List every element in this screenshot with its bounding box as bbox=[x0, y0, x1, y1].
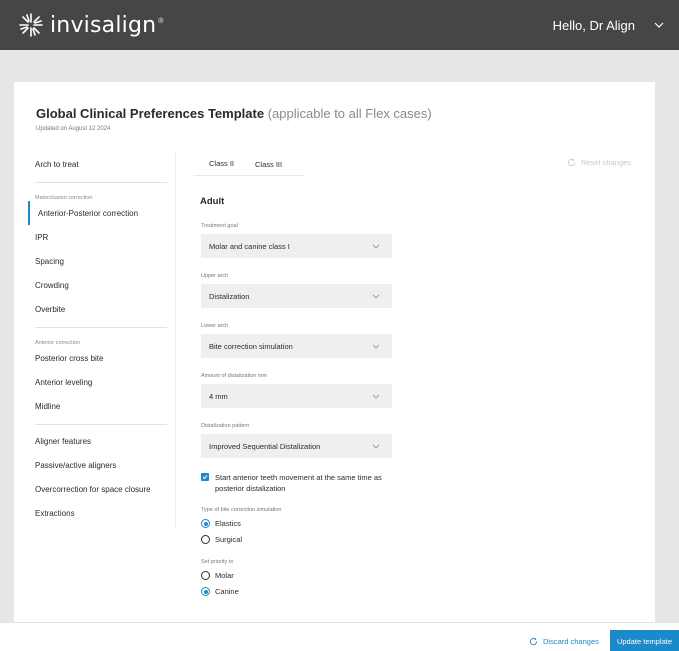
starburst-logo-icon bbox=[19, 13, 43, 37]
distalization-pattern-label: Distalization pattern bbox=[201, 423, 250, 429]
sidebar-category-anterior: Anterior correction bbox=[35, 340, 80, 346]
bite-type-label: Type of bite correction simulation bbox=[201, 507, 282, 513]
radio-label-surgical: Surgical bbox=[215, 535, 243, 544]
sidebar-item-overbite[interactable]: Overbite bbox=[28, 297, 168, 321]
registered-mark: ® bbox=[158, 17, 164, 25]
tab-class-ii[interactable]: Class II bbox=[194, 152, 241, 176]
distalization-amount-value: 4 mm bbox=[209, 391, 228, 401]
reset-changes-button[interactable]: Reset changes bbox=[567, 158, 631, 167]
user-menu[interactable]: Hello, Dr Align bbox=[553, 0, 665, 50]
anterior-movement-checkbox-label: Start anterior teeth movement at the sam… bbox=[215, 473, 382, 493]
page-title-suffix: (applicable to all Flex cases) bbox=[267, 106, 432, 121]
upper-arch-label: Upper arch bbox=[201, 273, 229, 279]
distalization-amount-select[interactable]: 4 mm bbox=[201, 384, 392, 408]
radio-surgical[interactable]: Surgical bbox=[201, 535, 242, 544]
sidebar-divider bbox=[35, 424, 167, 425]
chevron-down-icon bbox=[654, 22, 664, 28]
sidebar-category-malocclusion: Malocclusion correction bbox=[35, 195, 93, 201]
upper-arch-value: Distalization bbox=[209, 291, 250, 301]
update-template-button[interactable]: Update template bbox=[610, 630, 679, 651]
upper-arch-select[interactable]: Distalization bbox=[201, 284, 392, 308]
treatment-goal-label: Treatment goal bbox=[201, 223, 238, 229]
sidebar-item-passive-active-aligners[interactable]: Passive/active aligners bbox=[28, 453, 168, 477]
class-tabs: Class II Class III bbox=[194, 152, 288, 176]
treatment-goal-value: Molar and canine class I bbox=[209, 241, 290, 251]
top-header: invisalign ® Hello, Dr Align bbox=[0, 0, 679, 50]
radio-label-canine: Canine bbox=[215, 587, 239, 596]
page-title-main: Global Clinical Preferences Template bbox=[36, 106, 265, 121]
tab-class-iii[interactable]: Class III bbox=[240, 152, 288, 176]
invisalign-logo[interactable]: invisalign ® bbox=[18, 12, 163, 38]
sidebar-item-anterior-posterior[interactable]: Anterior-Posterior correction bbox=[28, 201, 168, 225]
lower-arch-label: Lower arch bbox=[201, 323, 229, 329]
distalization-pattern-value: Improved Sequential Distalization bbox=[209, 441, 321, 451]
radio-button-canine[interactable] bbox=[201, 587, 210, 596]
radio-elastics[interactable]: Elastics bbox=[201, 519, 241, 528]
sidebar-divider bbox=[35, 327, 167, 328]
preferences-card: Global Clinical Preferences Template (ap… bbox=[14, 82, 655, 627]
sidebar-divider bbox=[35, 182, 167, 183]
radio-canine[interactable]: Canine bbox=[201, 587, 239, 596]
vertical-divider bbox=[175, 152, 176, 527]
updated-date: Updated on August 12 2024 bbox=[36, 126, 111, 132]
anterior-movement-checkbox[interactable] bbox=[201, 473, 209, 481]
chevron-down-icon bbox=[372, 394, 380, 399]
distalization-pattern-select[interactable]: Improved Sequential Distalization bbox=[201, 434, 392, 458]
discard-changes-button[interactable]: Discard changes bbox=[529, 637, 599, 646]
chevron-down-icon bbox=[372, 344, 380, 349]
radio-molar[interactable]: Molar bbox=[201, 571, 234, 580]
sidebar-item-crowding[interactable]: Crowding bbox=[28, 273, 168, 297]
sidebar-nav: Arch to treat Malocclusion correction An… bbox=[28, 152, 168, 525]
sidebar-item-midline[interactable]: Midline bbox=[28, 394, 168, 418]
logo-text: invisalign bbox=[50, 12, 157, 38]
chevron-down-icon bbox=[372, 294, 380, 299]
radio-label-molar: Molar bbox=[215, 571, 234, 580]
page-title: Global Clinical Preferences Template (ap… bbox=[36, 106, 432, 121]
sidebar-item-aligner-features[interactable]: Aligner features bbox=[28, 429, 168, 453]
refresh-icon bbox=[567, 158, 576, 167]
reset-changes-label: Reset changes bbox=[581, 158, 632, 167]
refresh-icon bbox=[529, 637, 538, 646]
lower-arch-select[interactable]: Bite correction simulation bbox=[201, 334, 392, 358]
discard-changes-label: Discard changes bbox=[543, 637, 599, 646]
footer-bar: Discard changes Update template bbox=[0, 622, 679, 651]
section-title-adult: Adult bbox=[200, 196, 225, 207]
anterior-movement-checkbox-row[interactable]: Start anterior teeth movement at the sam… bbox=[201, 472, 395, 494]
sidebar-item-anterior-leveling[interactable]: Anterior leveling bbox=[28, 370, 168, 394]
radio-label-elastics: Elastics bbox=[215, 519, 241, 528]
sidebar-item-ipr[interactable]: IPR bbox=[28, 225, 168, 249]
radio-button-surgical[interactable] bbox=[201, 535, 210, 544]
tabs-underline bbox=[194, 175, 304, 176]
sidebar-item-arch-to-treat[interactable]: Arch to treat bbox=[28, 152, 168, 176]
sidebar-item-overcorrection[interactable]: Overcorrection for space closure bbox=[28, 477, 168, 501]
chevron-down-icon bbox=[372, 444, 380, 449]
chevron-down-icon bbox=[372, 244, 380, 249]
user-greeting: Hello, Dr Align bbox=[552, 17, 635, 33]
radio-button-elastics[interactable] bbox=[201, 519, 210, 528]
priority-label: Set priority to bbox=[201, 559, 234, 565]
treatment-goal-select[interactable]: Molar and canine class I bbox=[201, 234, 392, 258]
sidebar-item-extractions[interactable]: Extractions bbox=[28, 501, 168, 525]
lower-arch-value: Bite correction simulation bbox=[209, 341, 293, 351]
checkmark-icon bbox=[202, 475, 208, 480]
radio-button-molar[interactable] bbox=[201, 571, 210, 580]
sidebar-item-posterior-cross-bite[interactable]: Posterior cross bite bbox=[28, 346, 168, 370]
distalization-amount-label: Amount of distalization mm bbox=[201, 373, 268, 379]
sidebar-item-spacing[interactable]: Spacing bbox=[28, 249, 168, 273]
